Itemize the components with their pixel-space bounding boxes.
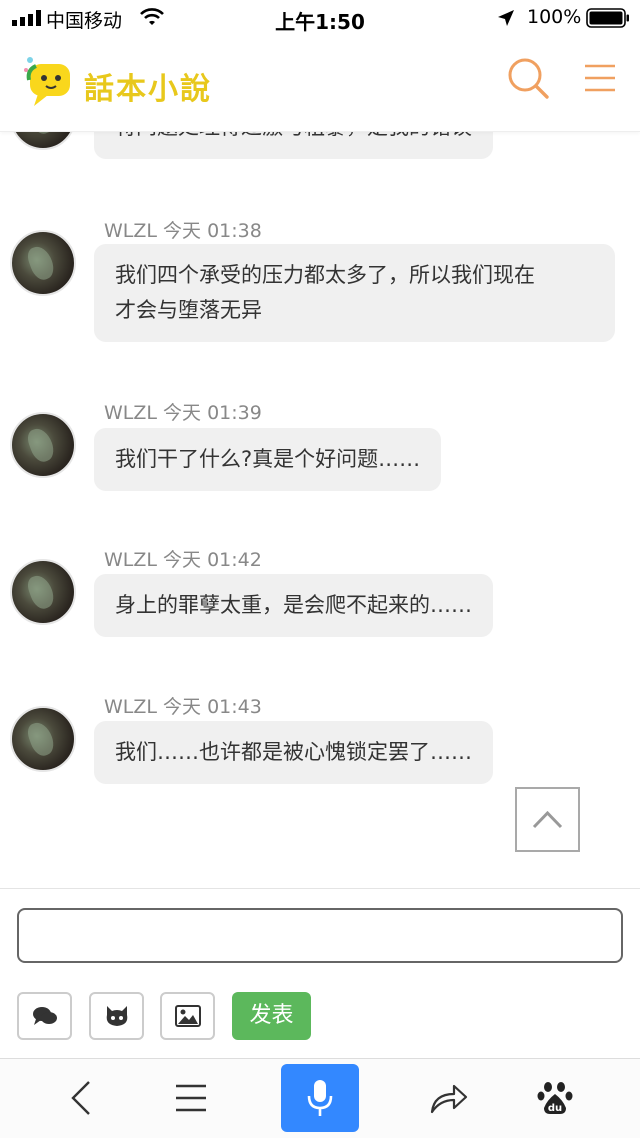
message-meta: WLZL 今天 01:38 — [104, 216, 262, 243]
message-bubble: 将问题处理得过激与粗暴，是我的错误 — [94, 132, 493, 159]
microphone-icon — [307, 1080, 333, 1116]
message-time: 今天 01:43 — [163, 696, 262, 718]
app-logo[interactable]: 話本小說 — [20, 50, 220, 112]
avatar[interactable] — [10, 559, 76, 625]
publish-button[interactable]: 发表 — [232, 992, 311, 1040]
comment-composer: 发表 — [0, 888, 640, 1058]
back-button[interactable] — [46, 1065, 116, 1131]
comment-input[interactable] — [17, 908, 623, 963]
author-name[interactable]: WLZL — [104, 402, 157, 424]
author-name[interactable]: WLZL — [104, 220, 157, 242]
share-button[interactable] — [414, 1065, 484, 1131]
nav-menu-button[interactable] — [156, 1065, 226, 1131]
message-meta: WLZL 今天 01:42 — [104, 545, 262, 572]
bottom-toolbar: du — [0, 1058, 640, 1138]
voice-button[interactable] — [281, 1064, 359, 1132]
image-icon — [174, 1005, 201, 1027]
message-bubble: 我们四个承受的压力都太多了，所以我们现在 才会与堕落无异 — [94, 244, 615, 342]
app-header: 話本小說 — [0, 36, 640, 132]
back-arrow-icon — [71, 1081, 90, 1115]
message-bubble: 我们……也许都是被心愧锁定罢了…… — [94, 721, 493, 784]
menu-icon[interactable] — [580, 58, 620, 98]
avatar[interactable] — [10, 230, 76, 296]
message-meta: WLZL 今天 01:39 — [104, 398, 262, 425]
message-time: 今天 01:38 — [163, 220, 262, 242]
message-bubble: 身上的罪孽太重，是会爬不起来的…… — [94, 574, 493, 637]
message-meta: WLZL 今天 01:43 — [104, 692, 262, 719]
avatar[interactable] — [10, 412, 76, 478]
share-icon — [430, 1084, 468, 1114]
message-list[interactable]: 将问题处理得过激与粗暴，是我的错误 WLZL 今天 01:38 我们四个承受的压… — [0, 132, 640, 888]
battery-icon — [586, 8, 629, 28]
logo-text: 話本小說 — [84, 72, 212, 107]
baidu-icon: du — [537, 1082, 573, 1114]
avatar[interactable] — [10, 706, 76, 772]
baidu-button[interactable]: du — [520, 1065, 590, 1131]
status-bar: 中国移动 上午1:50 100% — [0, 0, 640, 36]
message-bubble: 我们干了什么?真是个好问题…… — [94, 428, 442, 491]
chevron-up-icon — [532, 810, 563, 829]
avatar[interactable] — [10, 132, 76, 150]
github-button[interactable] — [89, 992, 144, 1040]
battery-percent: 100% — [527, 6, 582, 28]
github-icon — [106, 1006, 127, 1026]
message-time: 今天 01:39 — [163, 402, 262, 424]
image-button[interactable] — [160, 992, 215, 1040]
message-time: 今天 01:42 — [163, 549, 262, 571]
svg-text:du: du — [548, 1103, 562, 1114]
chat-bubble-icon — [32, 1007, 57, 1025]
author-name[interactable]: WLZL — [104, 549, 157, 571]
search-icon[interactable] — [506, 56, 550, 100]
emoji-button[interactable] — [17, 992, 72, 1040]
menu-icon — [176, 1084, 206, 1112]
location-arrow-icon — [498, 10, 514, 26]
back-to-top-button[interactable] — [515, 787, 580, 852]
logo-mascot-icon — [24, 57, 70, 106]
author-name[interactable]: WLZL — [104, 696, 157, 718]
